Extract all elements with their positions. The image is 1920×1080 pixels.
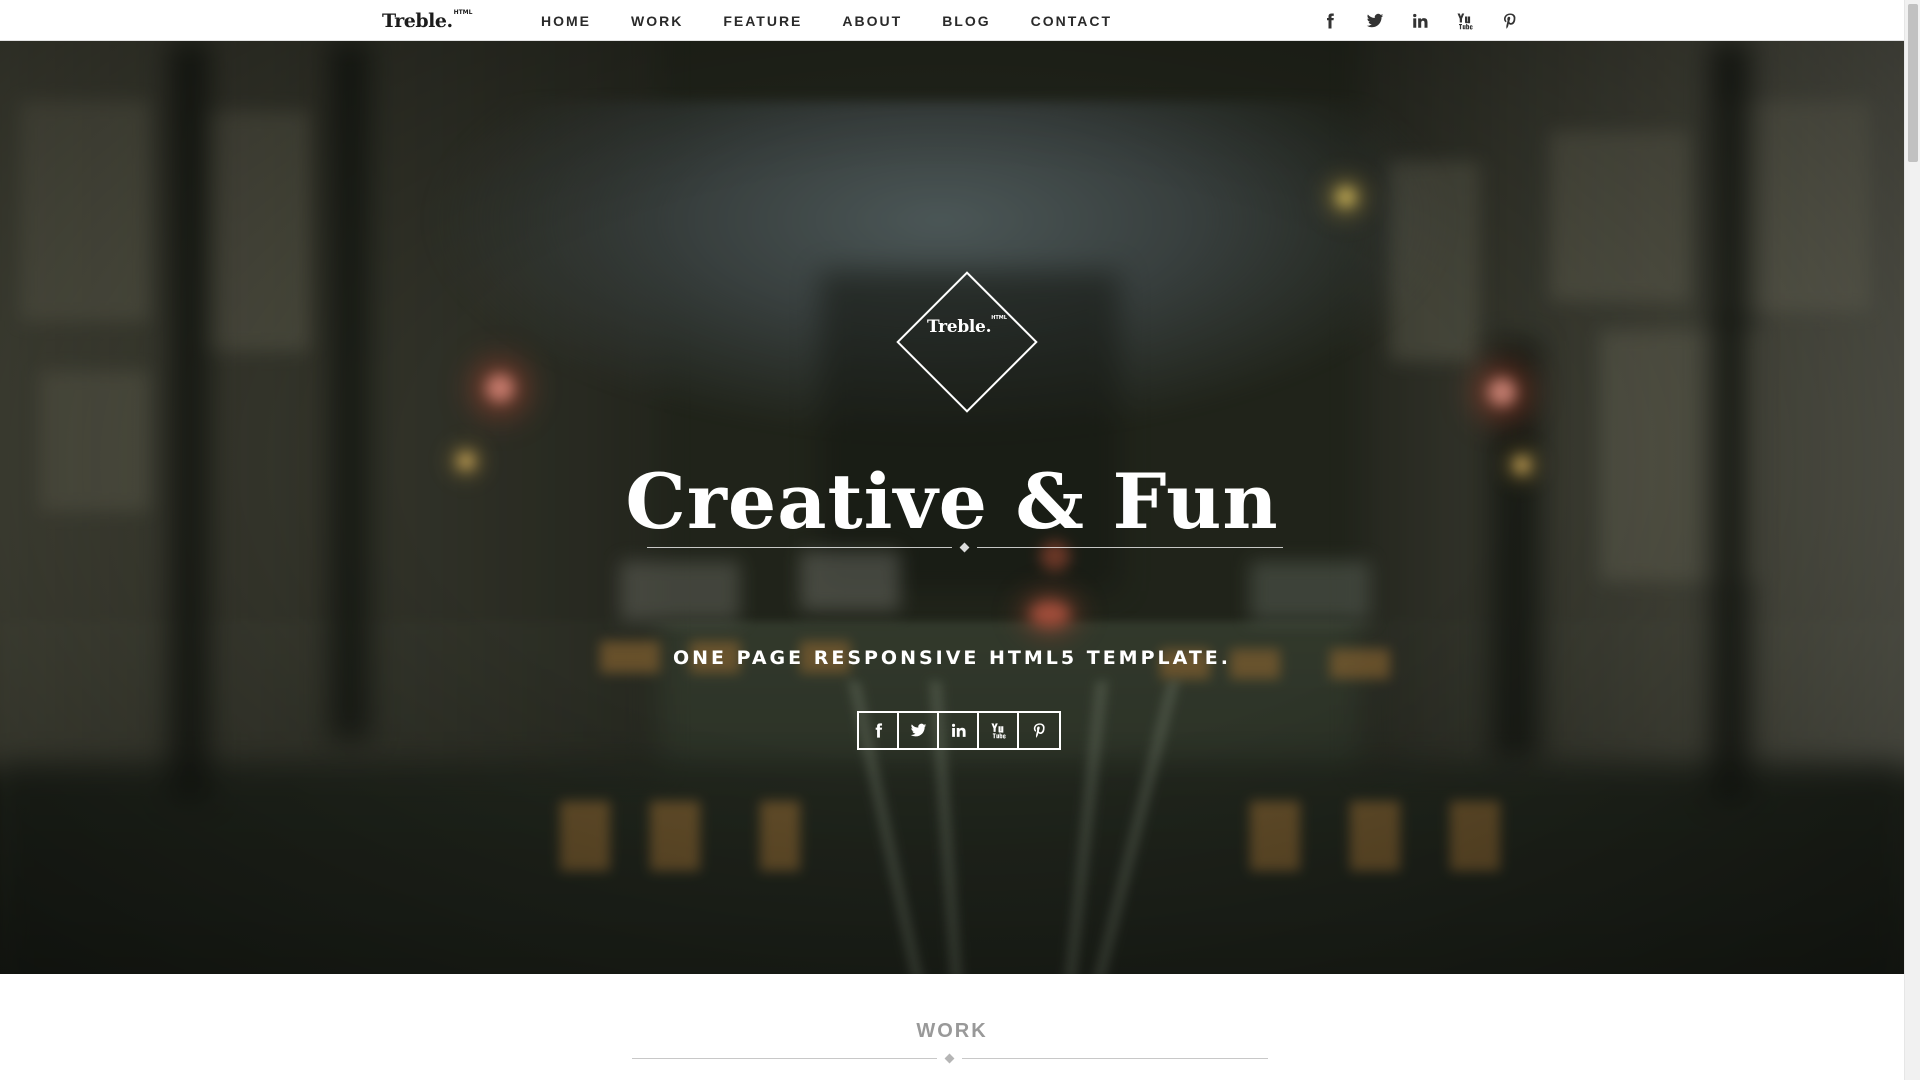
youtube-icon[interactable]	[979, 713, 1019, 748]
linkedin-icon[interactable]	[939, 713, 979, 748]
hero-subtitle: ONE PAGE RESPONSIVE HTML5 TEMPLATE.	[672, 647, 1232, 669]
linkedin-icon[interactable]	[1397, 8, 1442, 34]
brand-logo[interactable]: Treble.HTML	[382, 8, 473, 32]
hero-logo-name: Treble.	[927, 317, 992, 337]
hero-title: Creative & Fun	[625, 457, 1279, 546]
nav-item-about[interactable]: ABOUT	[842, 13, 902, 29]
scrollbar-thumb[interactable]	[1908, 4, 1918, 162]
nav-item-contact[interactable]: CONTACT	[1031, 13, 1112, 29]
hero-logo-diamond	[896, 271, 1038, 413]
hero-section: Treble.HTML Creative & Fun ONE PAGE RESP…	[0, 41, 1904, 974]
facebook-icon[interactable]	[1307, 8, 1352, 34]
youtube-icon[interactable]	[1442, 8, 1487, 34]
twitter-icon[interactable]	[899, 713, 939, 748]
brand-name: Treble.	[382, 10, 453, 32]
brand-sup: HTML	[453, 8, 473, 16]
pinterest-icon[interactable]	[1487, 8, 1532, 34]
nav-item-blog[interactable]: BLOG	[942, 13, 990, 29]
work-divider	[632, 1053, 1268, 1064]
top-navbar: Treble.HTML HOME WORK FEATURE ABOUT BLOG…	[0, 0, 1904, 41]
nav-item-home[interactable]: HOME	[541, 13, 591, 29]
facebook-icon[interactable]	[859, 713, 899, 748]
hero-logo-sup: HTML	[991, 315, 1007, 322]
page-scrollbar[interactable]	[1904, 0, 1920, 1080]
main-menu: HOME WORK FEATURE ABOUT BLOG CONTACT	[541, 0, 1152, 41]
hero-logo: Treble.HTML	[917, 315, 1017, 337]
twitter-icon[interactable]	[1352, 8, 1397, 34]
nav-social-links	[1307, 8, 1532, 34]
hero-divider	[647, 542, 1283, 553]
work-heading: WORK	[916, 1020, 988, 1042]
nav-item-feature[interactable]: FEATURE	[723, 13, 802, 29]
nav-item-work[interactable]: WORK	[631, 13, 683, 29]
hero-content: Treble.HTML Creative & Fun ONE PAGE RESP…	[0, 41, 1904, 974]
hero-social-links	[857, 711, 1061, 750]
pinterest-icon[interactable]	[1019, 713, 1059, 748]
